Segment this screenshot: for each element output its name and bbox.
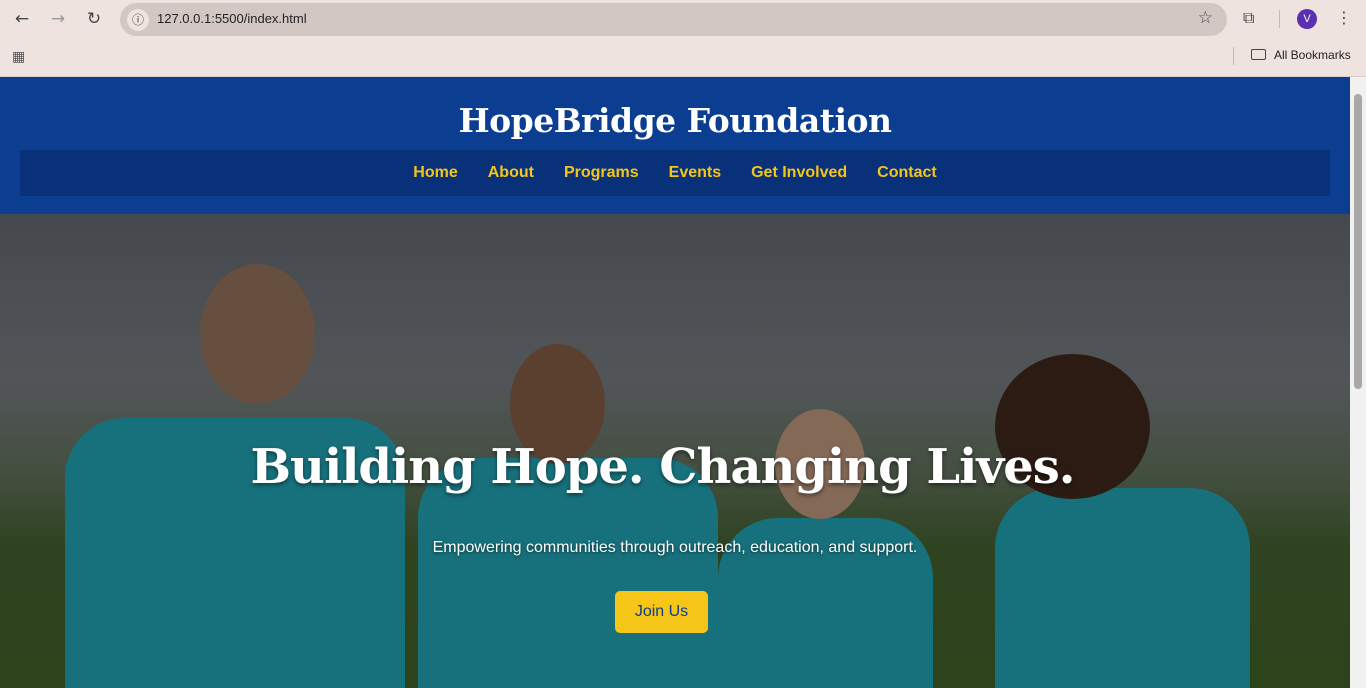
- hero-subheading: Empowering communities through outreach,…: [432, 539, 918, 556]
- site-header: HopeBridge Foundation Home About Program…: [0, 77, 1350, 214]
- hero-section: Building Hope. Changing Lives. Empowerin…: [0, 214, 1350, 688]
- apps-grid-icon[interactable]: ▦: [12, 49, 25, 65]
- main-nav: Home About Programs Events Get Involved …: [20, 150, 1330, 196]
- info-icon[interactable]: ⓘ: [127, 9, 149, 31]
- back-arrow-icon[interactable]: ←: [10, 8, 34, 30]
- all-bookmarks-button[interactable]: All Bookmarks: [1251, 48, 1351, 62]
- nav-home[interactable]: Home: [413, 164, 457, 182]
- site-title: HopeBridge Foundation: [458, 101, 892, 140]
- reload-icon[interactable]: ↻: [82, 8, 106, 30]
- address-bar[interactable]: ⓘ 127.0.0.1:5500/index.html ☆: [120, 3, 1227, 36]
- scrollbar[interactable]: [1350, 77, 1366, 688]
- page-viewport: HopeBridge Foundation Home About Program…: [0, 77, 1350, 688]
- divider: [1279, 10, 1280, 28]
- extensions-icon[interactable]: ⧉: [1243, 8, 1254, 28]
- url-text[interactable]: 127.0.0.1:5500/index.html: [157, 11, 307, 26]
- join-us-button[interactable]: Join Us: [614, 591, 709, 633]
- nav-contact[interactable]: Contact: [877, 164, 937, 182]
- nav-events[interactable]: Events: [669, 164, 721, 182]
- nav-get-involved[interactable]: Get Involved: [751, 164, 847, 182]
- avatar[interactable]: V: [1297, 9, 1317, 29]
- folder-icon: [1251, 49, 1266, 60]
- browser-chrome: ← → ↻ ⓘ 127.0.0.1:5500/index.html ☆ ⧉ V …: [0, 0, 1366, 77]
- hero-heading: Building Hope. Changing Lives.: [250, 439, 1075, 495]
- nav-programs[interactable]: Programs: [564, 164, 639, 182]
- star-icon[interactable]: ☆: [1198, 8, 1213, 28]
- hero-content: Building Hope. Changing Lives. Empowerin…: [0, 439, 1350, 633]
- forward-arrow-icon[interactable]: →: [46, 8, 70, 30]
- kebab-menu-icon[interactable]: ⋮: [1336, 8, 1352, 27]
- nav-about[interactable]: About: [488, 164, 534, 182]
- bookmarks-label: All Bookmarks: [1274, 48, 1351, 62]
- divider: [1233, 47, 1234, 65]
- scrollbar-thumb[interactable]: [1354, 94, 1362, 389]
